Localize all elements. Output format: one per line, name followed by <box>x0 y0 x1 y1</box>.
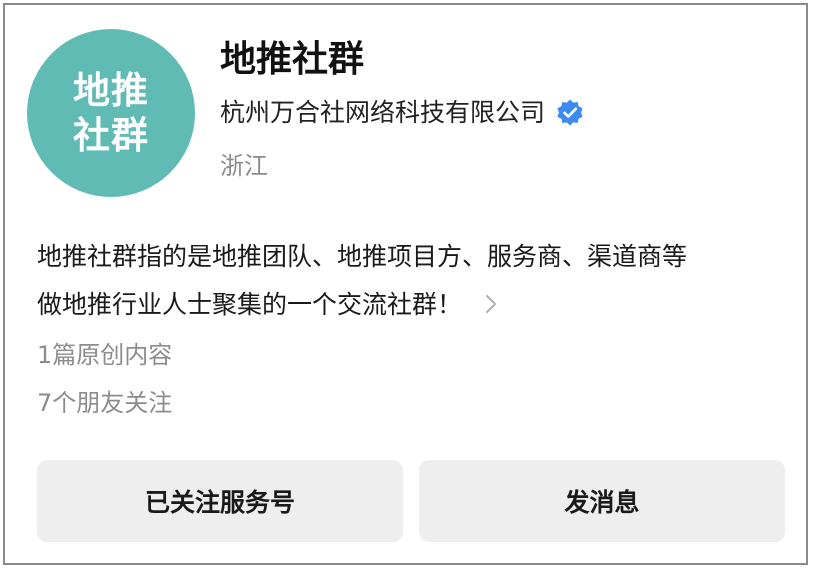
region-label: 浙江 <box>220 152 268 180</box>
avatar-text-line1: 地推 <box>73 68 149 112</box>
original-articles-count[interactable]: 1篇原创内容 <box>37 337 172 373</box>
chevron-right-icon[interactable] <box>482 293 500 315</box>
avatar[interactable]: 地推 社群 <box>27 29 195 197</box>
friends-following-count[interactable]: 7个朋友关注 <box>37 385 172 421</box>
account-description[interactable]: 地推社群指的是地推团队、地推项目方、服务商、渠道商等 做地推行业人士聚集的一个交… <box>37 233 797 329</box>
account-name: 地推社群 <box>220 39 365 80</box>
description-line-2: 做地推行业人士聚集的一个交流社群！ <box>37 290 463 319</box>
description-line-1: 地推社群指的是地推团队、地推项目方、服务商、渠道商等 <box>37 242 688 271</box>
description-line-2-row: 做地推行业人士聚集的一个交流社群！ <box>37 281 797 329</box>
company-name: 杭州万合社网络科技有限公司 <box>220 98 546 127</box>
account-profile-card: 地推 社群 地推社群 杭州万合社网络科技有限公司 浙江 地推社群指的是地推团队、… <box>3 3 808 565</box>
verified-badge-icon <box>557 99 583 126</box>
company-row[interactable]: 杭州万合社网络科技有限公司 <box>220 93 585 133</box>
avatar-text-line2: 社群 <box>73 114 149 157</box>
send-message-button[interactable]: 发消息 <box>419 460 785 542</box>
followed-service-account-button[interactable]: 已关注服务号 <box>37 460 403 542</box>
